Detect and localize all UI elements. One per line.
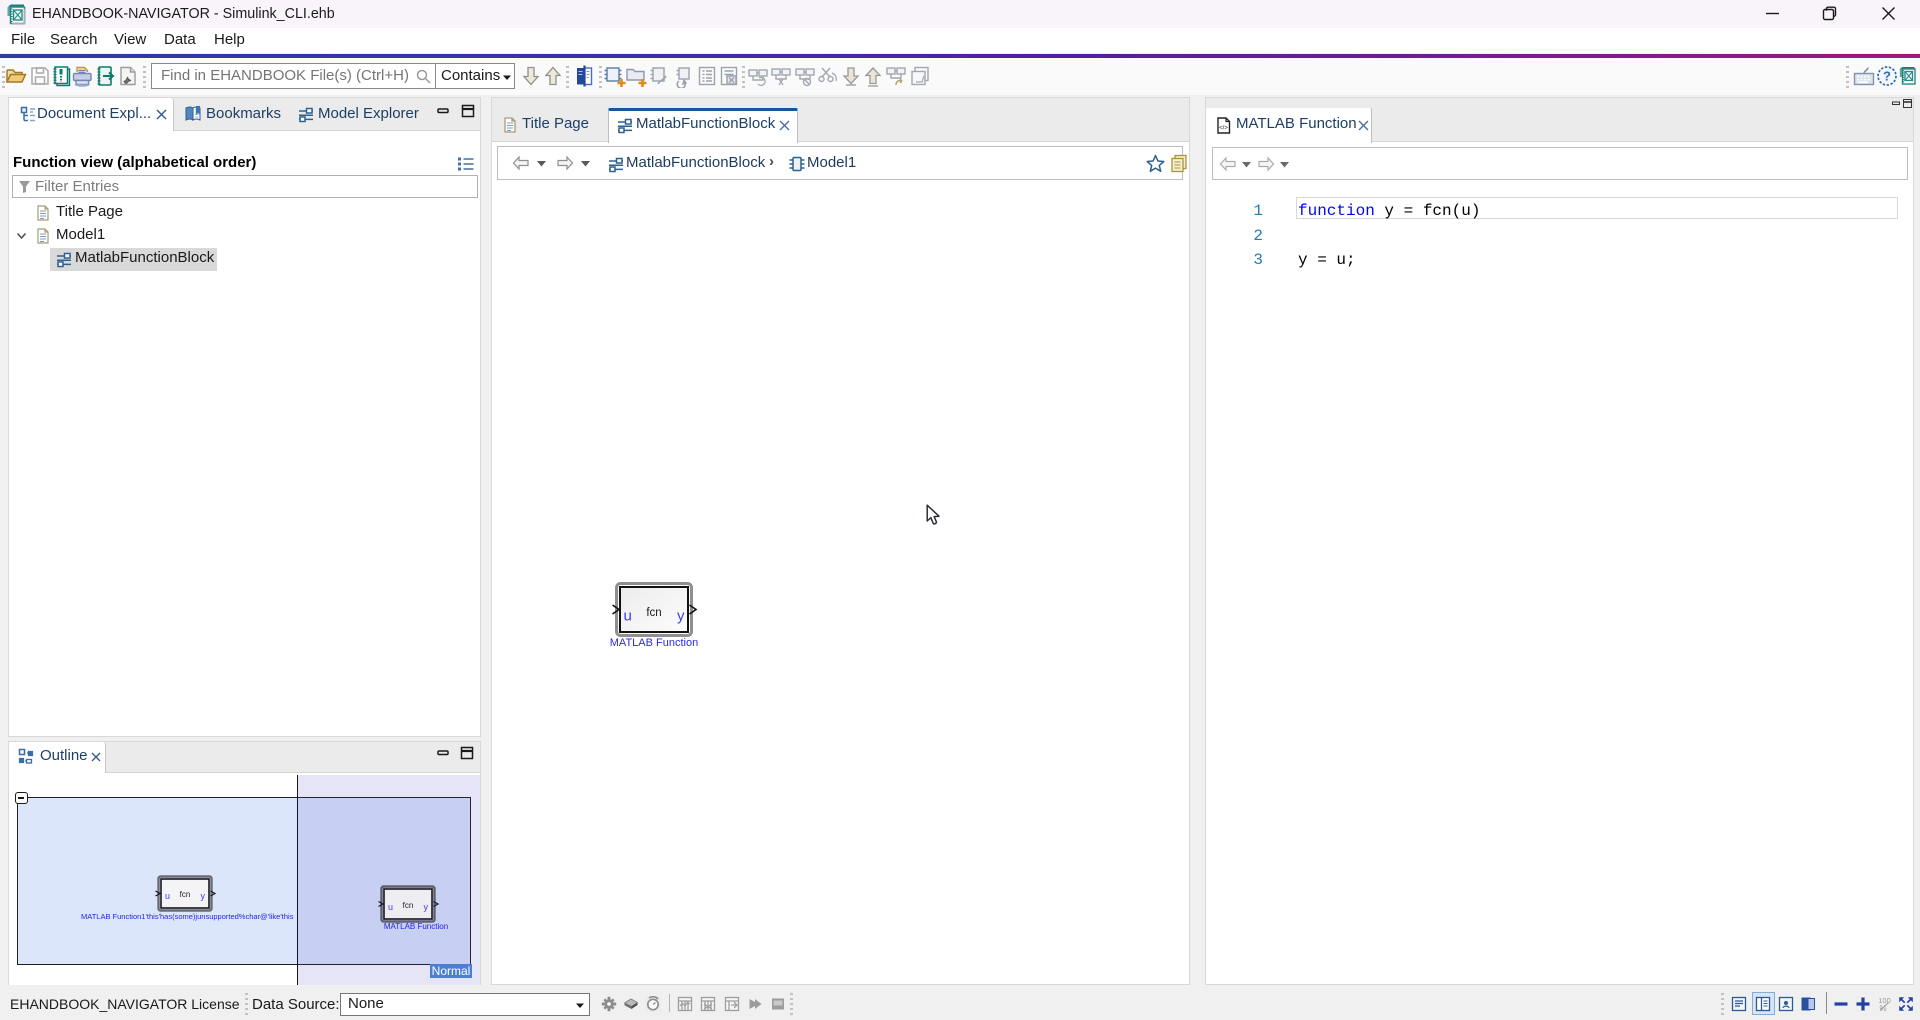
- svg-text:fcn: fcn: [403, 901, 414, 910]
- svg-text:</>: </>: [1219, 126, 1228, 132]
- svg-text:y: y: [677, 608, 685, 625]
- svg-text:y: y: [424, 902, 429, 912]
- svg-text:y: y: [201, 891, 206, 901]
- svg-text:u: u: [388, 902, 393, 912]
- svg-text:fcn: fcn: [646, 607, 661, 619]
- svg-text:?: ?: [1883, 69, 1891, 84]
- svg-text:u: u: [165, 891, 170, 901]
- svg-text:u: u: [624, 608, 632, 625]
- svg-text:fcn: fcn: [180, 890, 191, 899]
